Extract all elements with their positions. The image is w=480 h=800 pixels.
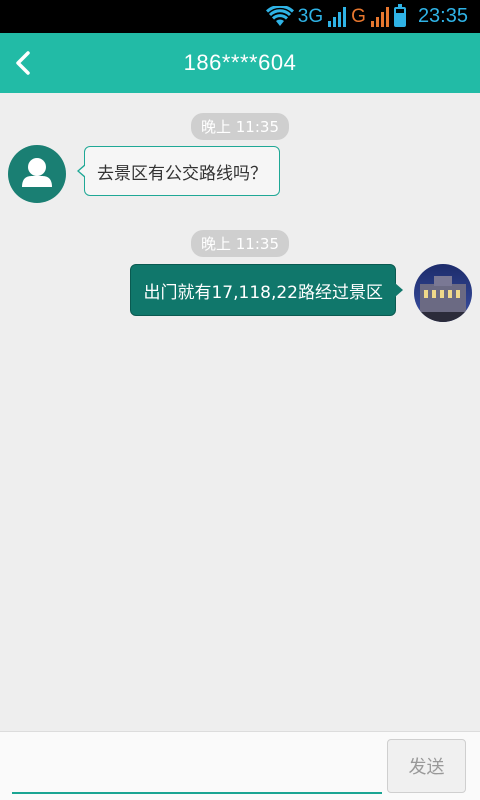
message-text: 去景区有公交路线吗？ [97, 163, 267, 184]
battery-icon [393, 3, 406, 27]
back-arrow-icon[interactable] [10, 47, 42, 79]
message-text: 出门就有17,118,22路经过景区 [143, 282, 383, 303]
building-photo-icon [414, 264, 472, 322]
network-type-label-2: G [351, 5, 366, 27]
input-bar: 发送 [0, 731, 480, 800]
message-input[interactable] [12, 746, 382, 794]
status-time: 23:35 [417, 5, 468, 27]
contact-avatar[interactable] [8, 145, 66, 203]
signal-icon-2 [370, 6, 390, 27]
send-button[interactable]: 发送 [387, 739, 466, 793]
status-bar: 3G G 23:35 [0, 0, 480, 33]
incoming-message-bubble[interactable]: 去景区有公交路线吗？ [77, 146, 280, 196]
app-header: 186****604 [0, 33, 480, 93]
person-icon [22, 158, 52, 187]
outgoing-message-bubble[interactable]: 出门就有17,118,22路经过景区 [130, 264, 403, 316]
message-timestamp: 晚上 11:35 [191, 113, 289, 140]
network-type-label: 3G [297, 5, 324, 27]
message-timestamp: 晚上 11:35 [191, 230, 289, 257]
chat-area[interactable]: 晚上 11:35 去景区有公交路线吗？ 晚上 11:35 出门就有17,118,… [0, 93, 480, 731]
signal-icon [327, 6, 347, 27]
conversation-title: 186****604 [183, 50, 297, 75]
wifi-icon [265, 5, 294, 26]
user-avatar[interactable] [414, 264, 472, 322]
